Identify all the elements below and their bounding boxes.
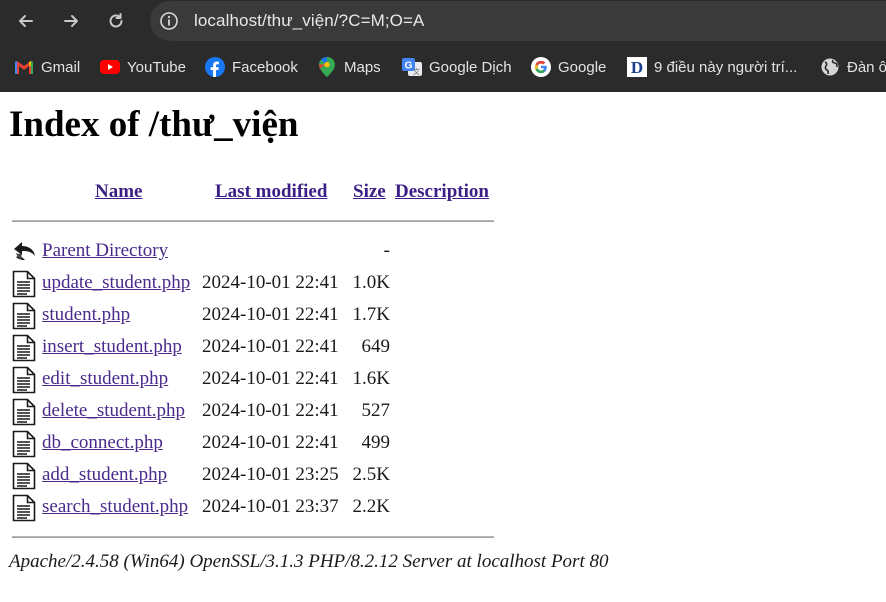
- bookmark-label: 9 điều này người trí...: [654, 58, 798, 76]
- column-header-description[interactable]: Description: [395, 181, 489, 203]
- bookmark-label: Google Dịch: [429, 58, 512, 76]
- text-file-icon: [12, 398, 36, 426]
- file-size: 1.0K: [352, 272, 390, 293]
- table-row: search_student.php 2024-10-01 23:37 2.2K: [0, 492, 886, 524]
- file-size: 499: [361, 432, 391, 453]
- file-link[interactable]: add_student.php: [42, 464, 167, 486]
- globe-icon: [820, 57, 840, 77]
- svg-text:G: G: [405, 61, 413, 72]
- site-info-icon[interactable]: [158, 10, 180, 32]
- address-bar[interactable]: localhost/thư_viện/?C=M;O=A: [150, 1, 886, 41]
- back-arrow-icon: [12, 238, 36, 264]
- bookmark-article[interactable]: D 9 điều này người trí...: [627, 56, 797, 78]
- file-link[interactable]: update_student.php: [42, 272, 190, 294]
- file-modified: 2024-10-01 22:41: [202, 304, 339, 325]
- table-row: update_student.php 2024-10-01 22:41 1.0K: [0, 268, 886, 300]
- parent-directory-link[interactable]: Parent Directory: [42, 240, 168, 262]
- text-file-icon: [12, 430, 36, 458]
- bookmarks-bar: Gmail YouTube Facebook Maps G 文 Google D…: [0, 42, 886, 92]
- url-text[interactable]: localhost/thư_viện/?C=M;O=A: [194, 11, 424, 31]
- bookmark-google-translate[interactable]: G 文 Google Dịch: [402, 56, 512, 78]
- text-file-icon: [12, 270, 36, 298]
- page-content: Index of /thư_viện Name Last modified Si…: [0, 92, 886, 602]
- file-modified: 2024-10-01 22:41: [202, 432, 339, 453]
- forward-button[interactable]: [55, 5, 87, 37]
- divider: [12, 536, 494, 538]
- column-header-last-modified[interactable]: Last modified: [215, 181, 327, 203]
- file-link[interactable]: delete_student.php: [42, 400, 185, 422]
- bookmark-facebook[interactable]: Facebook: [205, 56, 298, 78]
- table-row: add_student.php 2024-10-01 23:25 2.5K: [0, 460, 886, 492]
- file-size: 2.5K: [352, 464, 390, 485]
- file-modified: 2024-10-01 23:37: [202, 496, 339, 517]
- reload-icon: [109, 13, 123, 28]
- bookmark-label: Gmail: [41, 58, 81, 76]
- bookmark-gmail[interactable]: Gmail: [14, 56, 80, 78]
- arrow-right-icon: [64, 15, 78, 27]
- browser-toolbar: localhost/thư_viện/?C=M;O=A: [0, 0, 886, 42]
- file-size: -: [383, 240, 390, 261]
- column-header-name[interactable]: Name: [95, 181, 142, 203]
- table-row: edit_student.php 2024-10-01 22:41 1.6K: [0, 364, 886, 396]
- file-modified: 2024-10-01 22:41: [202, 272, 339, 293]
- bookmark-google[interactable]: Google: [531, 56, 606, 78]
- google-icon: [531, 57, 551, 77]
- d-site-icon: D: [627, 57, 647, 77]
- file-size: 527: [361, 400, 391, 421]
- file-link[interactable]: search_student.php: [42, 496, 188, 518]
- file-modified: 2024-10-01 22:41: [202, 368, 339, 389]
- table-row: delete_student.php 2024-10-01 22:41 527: [0, 396, 886, 428]
- file-link[interactable]: student.php: [42, 304, 130, 326]
- text-file-icon: [12, 494, 36, 522]
- svg-text:文: 文: [413, 67, 420, 76]
- bookmark-label: Maps: [344, 58, 381, 76]
- arrow-left-icon: [19, 15, 33, 27]
- text-file-icon: [12, 334, 36, 362]
- google-translate-icon: G 文: [402, 57, 422, 77]
- reload-button[interactable]: [100, 5, 132, 37]
- gmail-icon: [14, 57, 34, 77]
- bookmark-label: Facebook: [232, 58, 298, 76]
- file-size: 1.6K: [352, 368, 390, 389]
- table-row: db_connect.php 2024-10-01 22:41 499: [0, 428, 886, 460]
- bookmark-youtube[interactable]: YouTube: [100, 56, 186, 78]
- bookmark-globe[interactable]: Đàn ô: [820, 56, 886, 78]
- facebook-icon: [205, 57, 225, 77]
- column-header-size[interactable]: Size: [353, 181, 386, 203]
- bookmark-label: Đàn ô: [847, 58, 886, 76]
- file-modified: 2024-10-01 22:41: [202, 400, 339, 421]
- maps-icon: [317, 57, 337, 77]
- table-row: insert_student.php 2024-10-01 22:41 649: [0, 332, 886, 364]
- file-size: 2.2K: [352, 496, 390, 517]
- table-row: Parent Directory -: [0, 236, 886, 268]
- bookmark-label: Google: [558, 58, 607, 76]
- file-modified: 2024-10-01 23:25: [202, 464, 339, 485]
- text-file-icon: [12, 302, 36, 330]
- page-title: Index of /thư_viện: [9, 104, 299, 145]
- youtube-icon: [100, 57, 120, 77]
- bookmark-label: YouTube: [127, 58, 186, 76]
- back-button[interactable]: [10, 5, 42, 37]
- svg-text:D: D: [631, 58, 643, 77]
- text-file-icon: [12, 462, 36, 490]
- file-size: 1.7K: [352, 304, 390, 325]
- file-size: 649: [361, 336, 391, 357]
- divider: [12, 220, 494, 222]
- file-link[interactable]: edit_student.php: [42, 368, 168, 390]
- bookmark-maps[interactable]: Maps: [317, 56, 381, 78]
- file-modified: 2024-10-01 22:41: [202, 336, 339, 357]
- file-link[interactable]: insert_student.php: [42, 336, 182, 358]
- table-row: student.php 2024-10-01 22:41 1.7K: [0, 300, 886, 332]
- file-link[interactable]: db_connect.php: [42, 432, 163, 454]
- server-signature: Apache/2.4.58 (Win64) OpenSSL/3.1.3 PHP/…: [9, 551, 609, 572]
- text-file-icon: [12, 366, 36, 394]
